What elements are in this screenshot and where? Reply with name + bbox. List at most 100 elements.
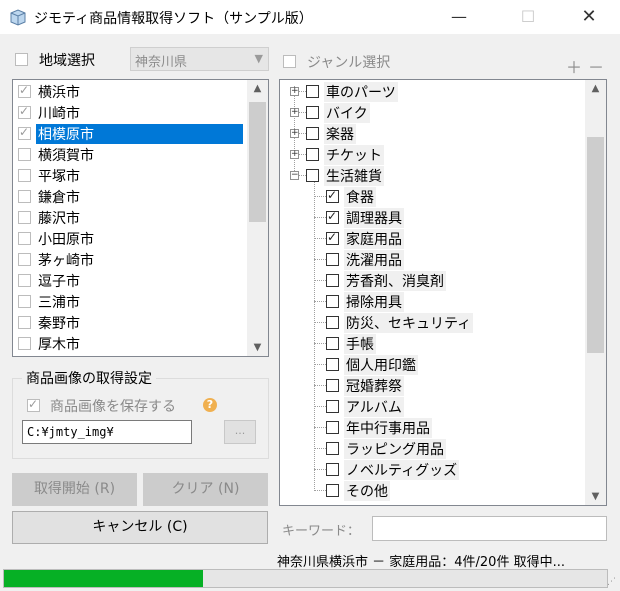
start-button[interactable]: 取得開始 (R) — [12, 473, 137, 506]
prefecture-select[interactable]: 神奈川県 ▼ — [130, 47, 269, 71]
city-item[interactable]: 相模原市 — [13, 123, 245, 144]
tree-node[interactable]: 芳香剤、消臭剤 — [280, 270, 580, 291]
tree-node[interactable]: + バイク — [280, 102, 580, 123]
city-item[interactable]: 鎌倉市 — [13, 186, 245, 207]
browse-button[interactable]: ... — [224, 420, 256, 444]
genre-checkbox[interactable] — [283, 55, 296, 68]
city-label: 川崎市 — [38, 106, 80, 122]
city-checkbox[interactable] — [18, 148, 31, 161]
tree-node[interactable]: 調理器具 — [280, 207, 580, 228]
tree-node-checkbox[interactable] — [326, 463, 339, 476]
cancel-button[interactable]: キャンセル (C) — [12, 511, 268, 544]
tree-node-checkbox[interactable] — [326, 484, 339, 497]
city-item[interactable]: 藤沢市 — [13, 207, 245, 228]
tree-node[interactable]: 手帳 — [280, 333, 580, 354]
city-checkbox[interactable] — [18, 211, 31, 224]
resize-grip-icon[interactable]: ⋰ — [607, 577, 616, 587]
clear-button[interactable]: クリア (N) — [143, 473, 268, 506]
expand-icon[interactable]: + — [290, 129, 299, 138]
tree-node-checkbox[interactable] — [326, 442, 339, 455]
tree-node[interactable]: 家庭用品 — [280, 228, 580, 249]
city-list[interactable]: 横浜市川崎市相模原市横須賀市平塚市鎌倉市藤沢市小田原市茅ヶ崎市逗子市三浦市秦野市… — [12, 79, 269, 357]
tree-node-checkbox[interactable] — [326, 230, 339, 245]
scroll-up-arrow-icon[interactable]: ▲ — [247, 80, 268, 97]
tree-node-checkbox[interactable] — [306, 148, 319, 161]
tree-node[interactable]: アルバム — [280, 396, 580, 417]
tree-node[interactable]: − 生活雑貨 — [280, 165, 580, 186]
city-label: 三浦市 — [38, 295, 80, 311]
keyword-input[interactable] — [372, 516, 607, 541]
city-checkbox[interactable] — [18, 295, 31, 308]
tree-node[interactable]: 年中行事用品 — [280, 417, 580, 438]
city-item[interactable]: 秦野市 — [13, 312, 245, 333]
tree-node-checkbox[interactable] — [306, 169, 319, 182]
tree-node[interactable]: 洗濯用品 — [280, 249, 580, 270]
tree-node[interactable]: ノベルティグッズ — [280, 459, 580, 480]
city-item[interactable]: 横浜市 — [13, 81, 245, 102]
tree-node-checkbox[interactable] — [326, 209, 339, 224]
expand-all-button[interactable]: ＋ — [566, 54, 582, 78]
tree-node[interactable]: + 楽器 — [280, 123, 580, 144]
maximize-button[interactable]: ☐ — [505, 0, 551, 34]
city-list-scrollbar[interactable]: ▲ ▼ — [247, 80, 268, 356]
tree-node[interactable]: 個人用印鑑 — [280, 354, 580, 375]
city-checkbox[interactable] — [18, 316, 31, 329]
tree-node-checkbox[interactable] — [306, 106, 319, 119]
tree-node-checkbox[interactable] — [306, 127, 319, 140]
city-checkbox[interactable] — [18, 232, 31, 245]
tree-node-checkbox[interactable] — [326, 295, 339, 308]
tree-node[interactable]: 冠婚葬祭 — [280, 375, 580, 396]
help-icon[interactable]: ? — [203, 398, 217, 412]
city-checkbox[interactable] — [18, 104, 31, 119]
tree-node[interactable]: ラッピング用品 — [280, 438, 580, 459]
collapse-icon[interactable]: − — [290, 171, 299, 180]
image-path-input[interactable]: C:¥jmty_img¥ — [22, 420, 192, 444]
city-checkbox[interactable] — [18, 169, 31, 182]
scroll-thumb[interactable] — [249, 102, 266, 222]
region-checkbox[interactable] — [15, 53, 28, 66]
city-checkbox[interactable] — [18, 337, 31, 350]
city-item[interactable]: 三浦市 — [13, 291, 245, 312]
tree-node-checkbox[interactable] — [326, 358, 339, 371]
city-item[interactable]: 川崎市 — [13, 102, 245, 123]
tree-node-checkbox[interactable] — [326, 379, 339, 392]
city-item[interactable]: 厚木市 — [13, 333, 245, 354]
city-checkbox[interactable] — [18, 83, 31, 98]
tree-node-checkbox[interactable] — [326, 188, 339, 203]
minimize-button[interactable]: — — [436, 0, 482, 34]
tree-node[interactable]: + チケット — [280, 144, 580, 165]
collapse-all-button[interactable]: － — [588, 54, 604, 78]
expand-icon[interactable]: + — [290, 108, 299, 117]
city-checkbox[interactable] — [18, 274, 31, 287]
tree-node-checkbox[interactable] — [326, 316, 339, 329]
city-checkbox[interactable] — [18, 125, 31, 140]
scroll-down-arrow-icon[interactable]: ▼ — [247, 339, 268, 356]
tree-node[interactable]: 防災、セキュリティ — [280, 312, 580, 333]
tree-node-checkbox[interactable] — [326, 274, 339, 287]
expand-icon[interactable]: + — [290, 150, 299, 159]
genre-tree-scrollbar[interactable]: ▲ ▼ — [585, 80, 606, 505]
close-button[interactable]: ✕ — [566, 0, 612, 34]
city-item[interactable]: 小田原市 — [13, 228, 245, 249]
tree-node[interactable]: 食器 — [280, 186, 580, 207]
scroll-thumb[interactable] — [587, 137, 604, 353]
tree-node-checkbox[interactable] — [306, 85, 319, 98]
tree-node-checkbox[interactable] — [326, 337, 339, 350]
city-item[interactable]: 茅ヶ崎市 — [13, 249, 245, 270]
city-item[interactable]: 横須賀市 — [13, 144, 245, 165]
tree-node-checkbox[interactable] — [326, 253, 339, 266]
scroll-up-arrow-icon[interactable]: ▲ — [585, 80, 606, 97]
scroll-down-arrow-icon[interactable]: ▼ — [585, 488, 606, 505]
city-checkbox[interactable] — [18, 190, 31, 203]
save-images-checkbox[interactable] — [27, 397, 40, 412]
tree-node-checkbox[interactable] — [326, 400, 339, 413]
tree-node-checkbox[interactable] — [326, 421, 339, 434]
city-item[interactable]: 平塚市 — [13, 165, 245, 186]
expand-icon[interactable]: + — [290, 87, 299, 96]
tree-node[interactable]: 掃除用具 — [280, 291, 580, 312]
tree-node[interactable]: + 車のパーツ — [280, 81, 580, 102]
city-checkbox[interactable] — [18, 253, 31, 266]
genre-tree[interactable]: + 車のパーツ + バイク + 楽器 + チケット − 生活雑貨食器調理器具家庭用品洗濯用品芳香剤… — [279, 79, 607, 506]
city-item[interactable]: 逗子市 — [13, 270, 245, 291]
tree-node[interactable]: その他 — [280, 480, 580, 501]
